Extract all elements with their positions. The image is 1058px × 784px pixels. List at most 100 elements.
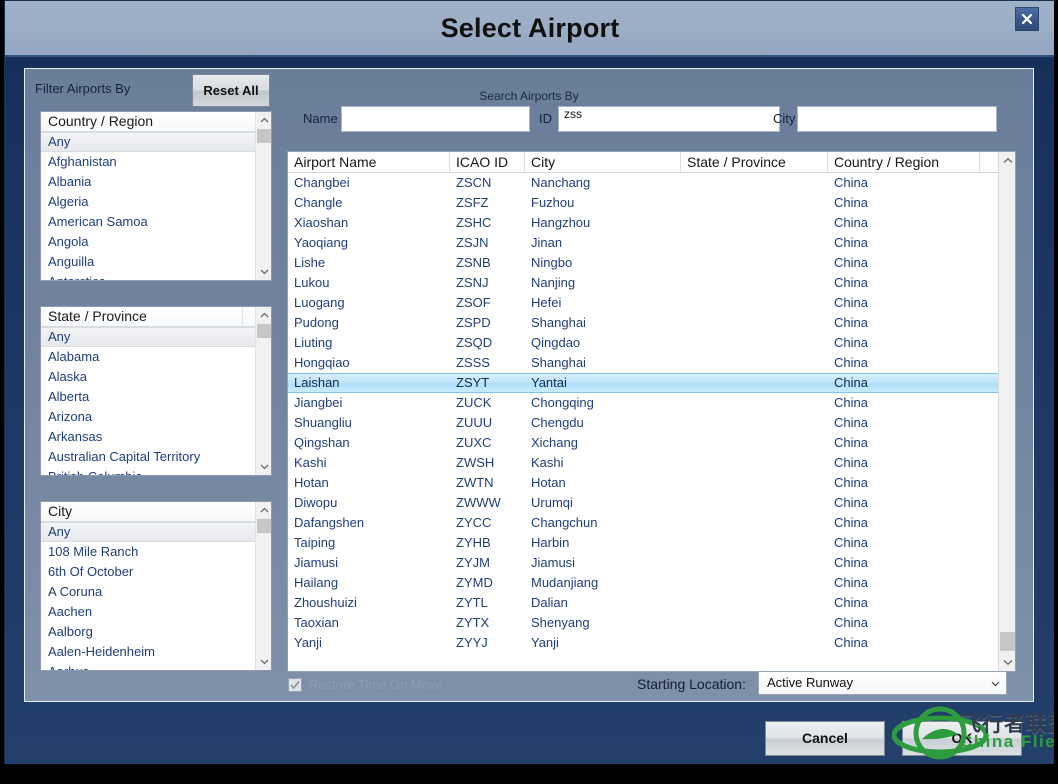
table-row[interactable]: Jiamusi ZYJM Jiamusi China — [288, 553, 1015, 573]
filter-list-scrollbar[interactable] — [255, 502, 271, 670]
column-header-state-province[interactable]: State / Province — [681, 152, 828, 172]
table-row[interactable]: Jiangbei ZUCK Chongqing China — [288, 393, 1015, 413]
column-header-icao-id[interactable]: ICAO ID — [450, 152, 525, 172]
list-item[interactable]: Algeria — [41, 192, 271, 212]
list-item[interactable]: Afghanistan — [41, 152, 271, 172]
table-cell: ZSFZ — [456, 195, 489, 210]
table-cell: Pudong — [294, 315, 339, 330]
table-cell: China — [834, 615, 868, 630]
list-item[interactable]: Aalen-Heidenheim — [41, 642, 271, 662]
table-row[interactable]: Qingshan ZUXC Xichang China — [288, 433, 1015, 453]
airport-results-table: Airport Name ICAO ID City State / Provin… — [287, 151, 1016, 672]
column-header-country-region[interactable]: Country / Region — [828, 152, 980, 172]
table-row[interactable]: Pudong ZSPD Shanghai China — [288, 313, 1015, 333]
table-cell: China — [834, 555, 868, 570]
table-cell: China — [834, 295, 868, 310]
table-row[interactable]: Xiaoshan ZSHC Hangzhou China — [288, 213, 1015, 233]
list-item[interactable]: Any — [41, 327, 271, 347]
filter-list-scrollbar[interactable] — [255, 112, 271, 280]
table-row[interactable]: Shuangliu ZUUU Chengdu China — [288, 413, 1015, 433]
search-airports-heading: Search Airports By — [479, 89, 579, 103]
list-item[interactable]: Any — [41, 522, 271, 542]
table-row[interactable]: Diwopu ZWWW Urumqi China — [288, 493, 1015, 513]
list-item[interactable]: Antarctica — [41, 272, 271, 280]
table-cell: ZSOF — [456, 295, 491, 310]
table-scrollbar[interactable] — [998, 152, 1015, 671]
list-item[interactable]: Arizona — [41, 407, 271, 427]
scroll-up-icon[interactable] — [256, 502, 272, 518]
table-row[interactable]: Liuting ZSQD Qingdao China — [288, 333, 1015, 353]
table-cell: China — [834, 275, 868, 290]
list-item[interactable]: Alaska — [41, 367, 271, 387]
table-cell: ZYJM — [456, 555, 490, 570]
list-item[interactable]: American Samoa — [41, 212, 271, 232]
table-cell: Chongqing — [531, 395, 594, 410]
table-cell: ZSHC — [456, 215, 492, 230]
list-item[interactable]: 108 Mile Ranch — [41, 542, 271, 562]
list-item[interactable]: Aarhus — [41, 662, 271, 670]
table-cell: China — [834, 455, 868, 470]
table-row[interactable]: Taiping ZYHB Harbin China — [288, 533, 1015, 553]
table-row[interactable]: Changle ZSFZ Fuzhou China — [288, 193, 1015, 213]
column-header-airport-name[interactable]: Airport Name — [288, 152, 450, 172]
table-row[interactable]: Changbei ZSCN Nanchang China — [288, 173, 1015, 193]
search-id-input[interactable]: zss — [558, 106, 780, 132]
table-cell: Kashi — [294, 455, 327, 470]
list-item[interactable]: Albania — [41, 172, 271, 192]
table-cell: China — [834, 315, 868, 330]
filter-list-header[interactable]: State / Province — [41, 307, 271, 327]
filter-list-country-region[interactable]: Country / Region Any Afghanistan Albania… — [40, 111, 272, 281]
starting-location-dropdown[interactable]: Active Runway — [758, 671, 1007, 695]
table-row[interactable]: Kashi ZWSH Kashi China — [288, 453, 1015, 473]
search-city-input[interactable] — [797, 106, 997, 132]
close-button[interactable] — [1015, 7, 1039, 31]
table-row[interactable]: Hailang ZYMD Mudanjiang China — [288, 573, 1015, 593]
filter-list-state-province[interactable]: State / Province Any Alabama Alaska Albe… — [40, 306, 272, 476]
list-item[interactable]: Arkansas — [41, 427, 271, 447]
list-item[interactable]: Alabama — [41, 347, 271, 367]
table-row[interactable]: Yanji ZYYJ Yanji China — [288, 633, 1015, 653]
scrollbar-thumb[interactable] — [257, 519, 271, 533]
list-item[interactable]: Any — [41, 132, 271, 152]
scrollbar-thumb[interactable] — [257, 324, 271, 338]
table-cell: ZWTN — [456, 475, 494, 490]
list-item[interactable]: A Coruna — [41, 582, 271, 602]
ok-button[interactable]: OK — [902, 721, 1022, 756]
cancel-button[interactable]: Cancel — [765, 721, 885, 756]
filter-list-scrollbar[interactable] — [255, 307, 271, 475]
table-cell: China — [834, 215, 868, 230]
table-cell: ZWWW — [456, 495, 501, 510]
list-item[interactable]: Aachen — [41, 602, 271, 622]
filter-list-city[interactable]: City Any 108 Mile Ranch 6th Of October A… — [40, 501, 272, 671]
scroll-down-icon[interactable] — [999, 654, 1016, 671]
scroll-down-icon[interactable] — [256, 264, 272, 280]
table-row[interactable]: Hotan ZWTN Hotan China — [288, 473, 1015, 493]
table-row[interactable]: Taoxian ZYTX Shenyang China — [288, 613, 1015, 633]
search-name-input[interactable] — [341, 106, 530, 132]
scroll-down-icon[interactable] — [256, 654, 272, 670]
table-row[interactable]: Zhoushuizi ZYTL Dalian China — [288, 593, 1015, 613]
list-item[interactable]: British Columbia — [41, 467, 271, 475]
scroll-down-icon[interactable] — [256, 459, 272, 475]
table-cell: Laishan — [294, 375, 340, 390]
list-item[interactable]: Aalborg — [41, 622, 271, 642]
table-row[interactable]: Luogang ZSOF Hefei China — [288, 293, 1015, 313]
list-item[interactable]: Anguilla — [41, 252, 271, 272]
table-cell: Changchun — [531, 515, 598, 530]
table-row[interactable]: Yaoqiang ZSJN Jinan China — [288, 233, 1015, 253]
column-header-city[interactable]: City — [525, 152, 681, 172]
scrollbar-thumb[interactable] — [1000, 632, 1015, 651]
list-item[interactable]: Alberta — [41, 387, 271, 407]
list-item[interactable]: Angola — [41, 232, 271, 252]
table-row[interactable]: Lukou ZSNJ Nanjing China — [288, 273, 1015, 293]
filter-list-header[interactable]: City — [41, 502, 271, 522]
scroll-up-icon[interactable] — [256, 307, 272, 323]
scroll-up-icon[interactable] — [999, 152, 1016, 169]
list-item[interactable]: 6th Of October — [41, 562, 271, 582]
table-row[interactable]: Lishe ZSNB Ningbo China — [288, 253, 1015, 273]
table-cell: ZUXC — [456, 435, 492, 450]
table-row[interactable]: Dafangshen ZYCC Changchun China — [288, 513, 1015, 533]
list-item[interactable]: Australian Capital Territory — [41, 447, 271, 467]
table-row[interactable]: Laishan ZSYT Yantai China — [288, 373, 1015, 393]
table-row[interactable]: Hongqiao ZSSS Shanghai China — [288, 353, 1015, 373]
